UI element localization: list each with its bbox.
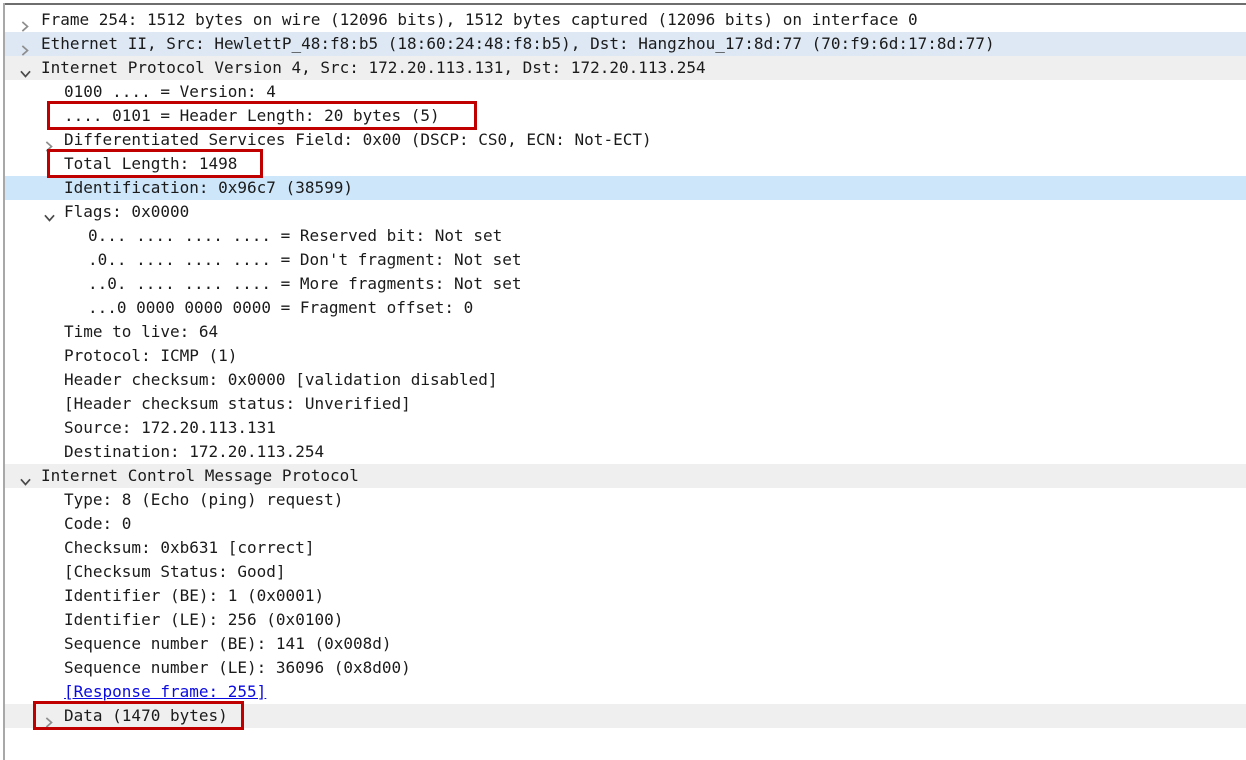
tree-row-label: 0100 .... = Version: 4: [64, 82, 276, 101]
tree-row[interactable]: [Response frame: 255]: [5, 680, 1246, 704]
tree-row-label: ..0. .... .... .... = More fragments: No…: [88, 274, 522, 293]
tree-row[interactable]: [Header checksum status: Unverified]: [5, 392, 1246, 416]
tree-row-label: Source: 172.20.113.131: [64, 418, 276, 437]
tree-row[interactable]: Type: 8 (Echo (ping) request): [5, 488, 1246, 512]
tree-row[interactable]: Flags: 0x0000: [5, 200, 1246, 224]
chevron-right-icon[interactable]: [44, 711, 55, 728]
tree-row-label: Flags: 0x0000: [64, 202, 190, 221]
tree-row-label: Frame 254: 1512 bytes on wire (12096 bit…: [41, 10, 918, 29]
tree-row[interactable]: 0100 .... = Version: 4: [5, 80, 1246, 104]
tree-row[interactable]: ..0. .... .... .... = More fragments: No…: [5, 272, 1246, 296]
tree-row[interactable]: Data (1470 bytes): [5, 701, 1246, 730]
tree-row[interactable]: Total Length: 1498: [5, 149, 1246, 178]
response-frame-link[interactable]: [Response frame: 255]: [64, 682, 266, 701]
tree-row-label: Sequence number (BE): 141 (0x008d): [64, 634, 392, 653]
chevron-right-icon[interactable]: [20, 39, 31, 56]
tree-row[interactable]: Internet Protocol Version 4, Src: 172.20…: [5, 56, 1246, 80]
chevron-right-icon[interactable]: [44, 135, 55, 152]
tree-row-label: Type: 8 (Echo (ping) request): [64, 490, 344, 509]
tree-row-label: .... 0101 = Header Length: 20 bytes (5): [64, 106, 440, 125]
tree-row-label: Checksum: 0xb631 [correct]: [64, 538, 315, 557]
tree-row[interactable]: 0... .... .... .... = Reserved bit: Not …: [5, 224, 1246, 248]
tree-row-label: Total Length: 1498: [64, 154, 238, 173]
tree-row[interactable]: Time to live: 64: [5, 320, 1246, 344]
tree-row-label: .0.. .... .... .... = Don't fragment: No…: [88, 250, 522, 269]
tree-row-label: Code: 0: [64, 514, 132, 533]
tree-row[interactable]: Sequence number (BE): 141 (0x008d): [5, 632, 1246, 656]
packet-details-pane: Frame 254: 1512 bytes on wire (12096 bit…: [0, 0, 1246, 760]
tree-row[interactable]: Sequence number (LE): 36096 (0x8d00): [5, 656, 1246, 680]
tree-row[interactable]: .0.. .... .... .... = Don't fragment: No…: [5, 248, 1246, 272]
tree-row-label: [Checksum Status: Good]: [64, 562, 286, 581]
tree-row-label: Destination: 172.20.113.254: [64, 442, 325, 461]
tree-row[interactable]: Ethernet II, Src: HewlettP_48:f8:b5 (18:…: [5, 32, 1246, 56]
tree-row-label: Time to live: 64: [64, 322, 219, 341]
tree-row-label: Internet Control Message Protocol: [41, 466, 359, 485]
packet-details-tree: Frame 254: 1512 bytes on wire (12096 bit…: [5, 8, 1246, 730]
tree-row[interactable]: Identifier (LE): 256 (0x0100): [5, 608, 1246, 632]
chevron-down-icon[interactable]: [44, 207, 55, 222]
tree-row-label: Identifier (LE): 256 (0x0100): [64, 610, 344, 629]
tree-row[interactable]: Identifier (BE): 1 (0x0001): [5, 584, 1246, 608]
tree-row-label: Sequence number (LE): 36096 (0x8d00): [64, 658, 411, 677]
tree-row[interactable]: Source: 172.20.113.131: [5, 416, 1246, 440]
tree-row-label: Data (1470 bytes): [64, 706, 228, 725]
tree-row-label: Ethernet II, Src: HewlettP_48:f8:b5 (18:…: [41, 34, 995, 53]
tree-row[interactable]: Header checksum: 0x0000 [validation disa…: [5, 368, 1246, 392]
tree-row[interactable]: Code: 0: [5, 512, 1246, 536]
chevron-right-icon[interactable]: [20, 15, 31, 32]
chevron-down-icon[interactable]: [20, 471, 31, 486]
tree-row[interactable]: Frame 254: 1512 bytes on wire (12096 bit…: [5, 8, 1246, 32]
tree-row[interactable]: ...0 0000 0000 0000 = Fragment offset: 0: [5, 296, 1246, 320]
tree-row-label: Header checksum: 0x0000 [validation disa…: [64, 370, 498, 389]
pane-top-border: [3, 3, 1246, 5]
tree-row[interactable]: Destination: 172.20.113.254: [5, 440, 1246, 464]
tree-row-label: [Header checksum status: Unverified]: [64, 394, 411, 413]
tree-row[interactable]: Identification: 0x96c7 (38599): [5, 176, 1246, 200]
chevron-down-icon[interactable]: [20, 63, 31, 78]
tree-row-label: Internet Protocol Version 4, Src: 172.20…: [41, 58, 706, 77]
tree-row-label: Identification: 0x96c7 (38599): [64, 178, 353, 197]
tree-row-label: ...0 0000 0000 0000 = Fragment offset: 0: [88, 298, 474, 317]
tree-row[interactable]: Protocol: ICMP (1): [5, 344, 1246, 368]
tree-row[interactable]: .... 0101 = Header Length: 20 bytes (5): [5, 101, 1246, 130]
tree-row[interactable]: Checksum: 0xb631 [correct]: [5, 536, 1246, 560]
tree-row-label: Identifier (BE): 1 (0x0001): [64, 586, 325, 605]
tree-row[interactable]: Differentiated Services Field: 0x00 (DSC…: [5, 128, 1246, 152]
tree-row-label: Differentiated Services Field: 0x00 (DSC…: [64, 130, 652, 149]
tree-row[interactable]: [Checksum Status: Good]: [5, 560, 1246, 584]
tree-row-label: 0... .... .... .... = Reserved bit: Not …: [88, 226, 503, 245]
tree-row[interactable]: Internet Control Message Protocol: [5, 464, 1246, 488]
tree-row-label: Protocol: ICMP (1): [64, 346, 238, 365]
